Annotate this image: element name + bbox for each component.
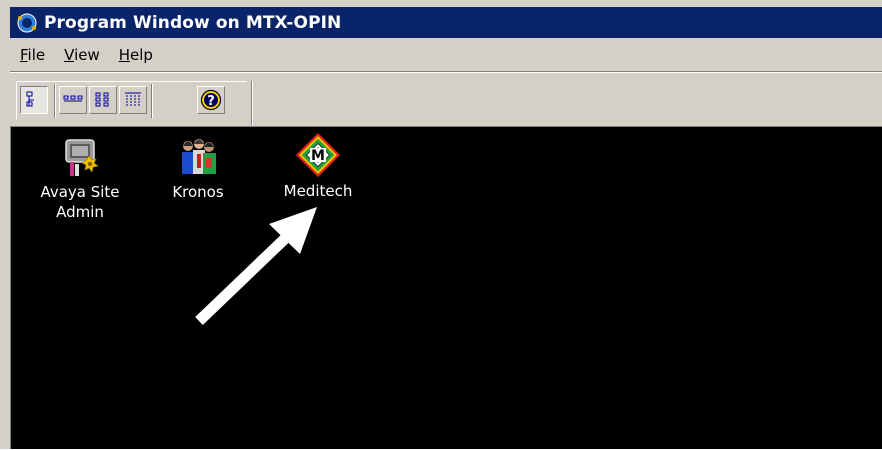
toolbar: ? [10,74,882,125]
menu-view-accel: V [64,46,75,64]
toolbar-divider [54,84,56,118]
title-bar[interactable]: Program Window on MTX-OPIN [10,7,882,38]
help-icon: ? [200,89,222,111]
menu-help[interactable]: Help [119,46,153,64]
list-view-icon [95,92,109,107]
toolbar-group: ? [16,81,253,125]
menu-file-accel: F [20,46,28,64]
details-view-button[interactable] [119,86,147,114]
menu-bar: File View Help [10,40,882,70]
toolbar-divider [151,84,153,118]
menu-view-rest: iew [74,46,100,64]
large-icons-button[interactable] [20,86,48,114]
menu-file-rest: ile [27,46,46,64]
program-window: Program Window on MTX-OPIN File View Hel… [0,0,882,449]
menu-separator [10,71,882,73]
menu-file[interactable]: File [20,46,45,64]
program-list: Avaya Site Admin Kronos M Meditech [10,126,882,449]
details-view-icon [125,92,141,107]
list-view-button[interactable] [89,86,117,114]
menu-view[interactable]: View [64,46,100,64]
left-frame [0,126,10,449]
small-icons-view-icon [63,95,83,102]
menu-help-accel: H [118,46,131,64]
svg-text:?: ? [207,94,215,109]
help-button[interactable]: ? [197,86,225,114]
window-title: Program Window on MTX-OPIN [44,12,342,33]
toolbar-end [251,81,253,125]
globe-app-icon [17,13,37,32]
annotation-arrow [195,207,317,325]
small-icons-button[interactable] [59,86,87,114]
menu-help-rest: elp [130,46,153,64]
large-icons-view-icon [26,91,34,107]
